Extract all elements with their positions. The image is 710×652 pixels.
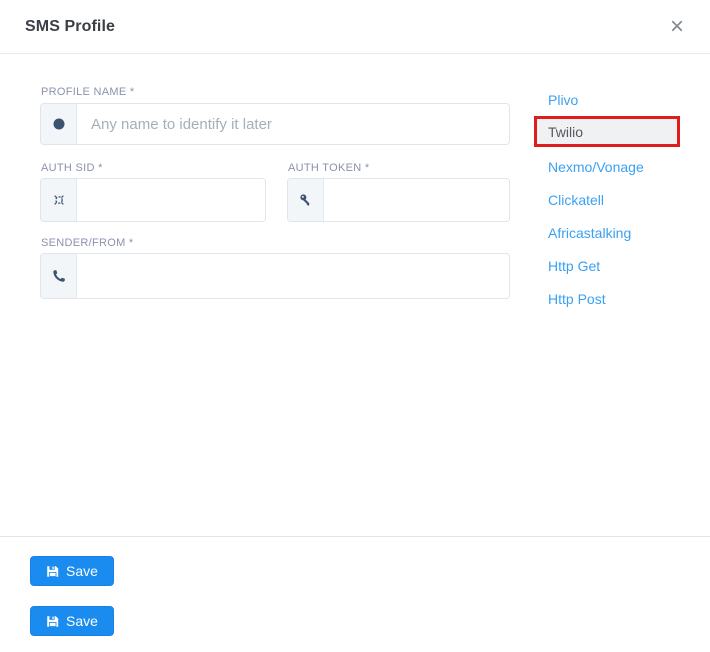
- save-button[interactable]: Save: [30, 556, 114, 586]
- auth-sid-input[interactable]: [77, 179, 265, 221]
- key-icon: [288, 179, 324, 221]
- provider-link-http-post[interactable]: Http Post: [548, 291, 606, 307]
- footer-divider: [0, 536, 710, 537]
- profile-name-label: PROFILE NAME *: [41, 86, 134, 98]
- modal-title: SMS Profile: [25, 0, 115, 53]
- profile-name-input[interactable]: [77, 104, 509, 144]
- auth-sid-group: [40, 178, 266, 222]
- floppy-disk-icon: [46, 615, 59, 628]
- close-icon[interactable]: ×: [664, 14, 690, 40]
- modal-header: SMS Profile ×: [0, 0, 710, 54]
- auth-token-group: [287, 178, 510, 222]
- phone-icon: [41, 254, 77, 298]
- provider-link-http-get[interactable]: Http Get: [548, 258, 600, 274]
- auth-sid-label: AUTH SID *: [41, 162, 103, 174]
- provider-link-plivo[interactable]: Plivo: [548, 92, 578, 108]
- provider-link-twilio-selected[interactable]: Twilio: [534, 116, 680, 147]
- sender-from-group: [40, 253, 510, 299]
- provider-link-nexmo-vonage[interactable]: Nexmo/Vonage: [548, 159, 644, 175]
- auth-token-label: AUTH TOKEN *: [288, 162, 369, 174]
- sender-from-input[interactable]: [77, 254, 509, 298]
- sms-profile-modal: SMS Profile × PROFILE NAME * AUTH SID * …: [0, 0, 710, 652]
- save-button-secondary[interactable]: Save: [30, 606, 114, 636]
- auth-token-input[interactable]: [324, 179, 509, 221]
- sid-scan-icon: [41, 179, 77, 221]
- floppy-disk-icon: [46, 565, 59, 578]
- save-button-label: Save: [66, 563, 98, 579]
- provider-selected-label: Twilio: [537, 124, 583, 140]
- filled-circle-icon: [41, 104, 77, 144]
- save-button-label: Save: [66, 613, 98, 629]
- provider-link-africastalking[interactable]: Africastalking: [548, 225, 631, 241]
- profile-name-group: [40, 103, 510, 145]
- provider-link-clickatell[interactable]: Clickatell: [548, 192, 604, 208]
- sender-from-label: SENDER/FROM *: [41, 237, 134, 249]
